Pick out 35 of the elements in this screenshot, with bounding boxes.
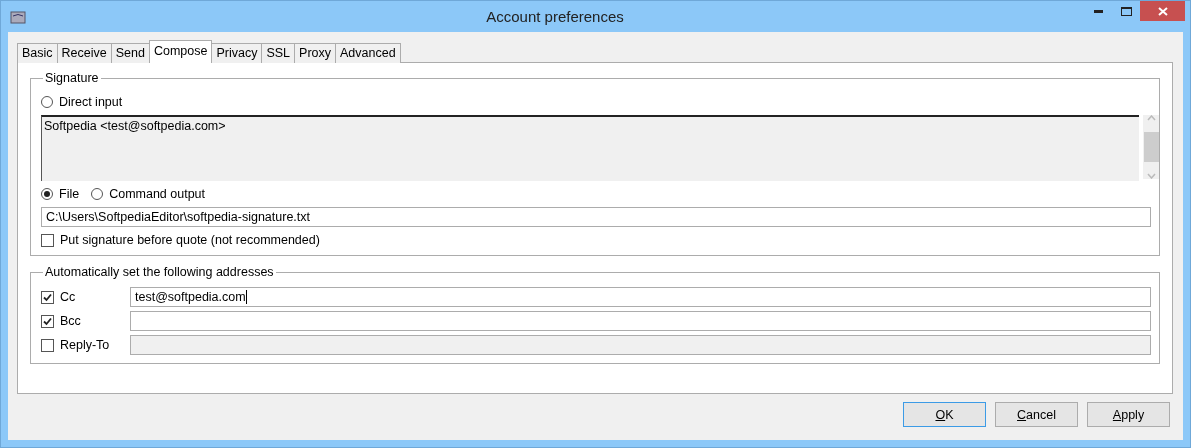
dialog-button[interactable]: Cancel (995, 402, 1078, 427)
address-field[interactable]: test@softpedia.com (130, 287, 1151, 307)
minimize-icon (1093, 9, 1103, 13)
checkbox-label: Put signature before quote (not recommended) (60, 233, 320, 247)
address-field[interactable] (130, 311, 1151, 331)
signature-text-area[interactable]: Softpedia <test@softpedia.com> (41, 115, 1139, 181)
app-icon (10, 8, 26, 25)
address-field[interactable] (130, 335, 1151, 355)
checkbox[interactable] (41, 290, 54, 304)
tab[interactable]: Compose (148, 40, 213, 63)
radio-label: Command output (109, 187, 206, 201)
radio-label: File (59, 187, 80, 201)
dialog-button[interactable]: Apply (1087, 402, 1170, 427)
maximize-icon (1120, 6, 1132, 16)
file-path-field[interactable]: C:\Users\SoftpediaEditor\softpedia-signature.txt (41, 207, 1151, 227)
tab[interactable]: Proxy (294, 43, 337, 63)
tab[interactable]: Send (110, 43, 150, 63)
group-legend: Signature (43, 71, 101, 85)
dialog-button[interactable]: OK (903, 402, 986, 427)
close-button[interactable] (1140, 1, 1185, 21)
tab[interactable]: Privacy (211, 43, 263, 63)
tab[interactable]: Receive (56, 43, 112, 63)
radio-label: Direct input (59, 95, 123, 109)
checkbox-label: Cc (60, 290, 77, 304)
tab[interactable]: Advanced (335, 43, 401, 63)
checkbox[interactable] (41, 233, 54, 247)
checkbox[interactable] (41, 314, 54, 328)
window-title: Account preferences (485, 8, 625, 25)
close-icon (1157, 6, 1168, 16)
checkbox[interactable] (41, 338, 54, 352)
group-legend: Automatically set the following addresses (43, 265, 276, 279)
checkbox-label: Bcc (60, 314, 82, 328)
tab[interactable]: SSL (261, 43, 296, 63)
tab[interactable]: Basic (17, 43, 58, 63)
checkbox-label: Reply-To (60, 338, 111, 352)
